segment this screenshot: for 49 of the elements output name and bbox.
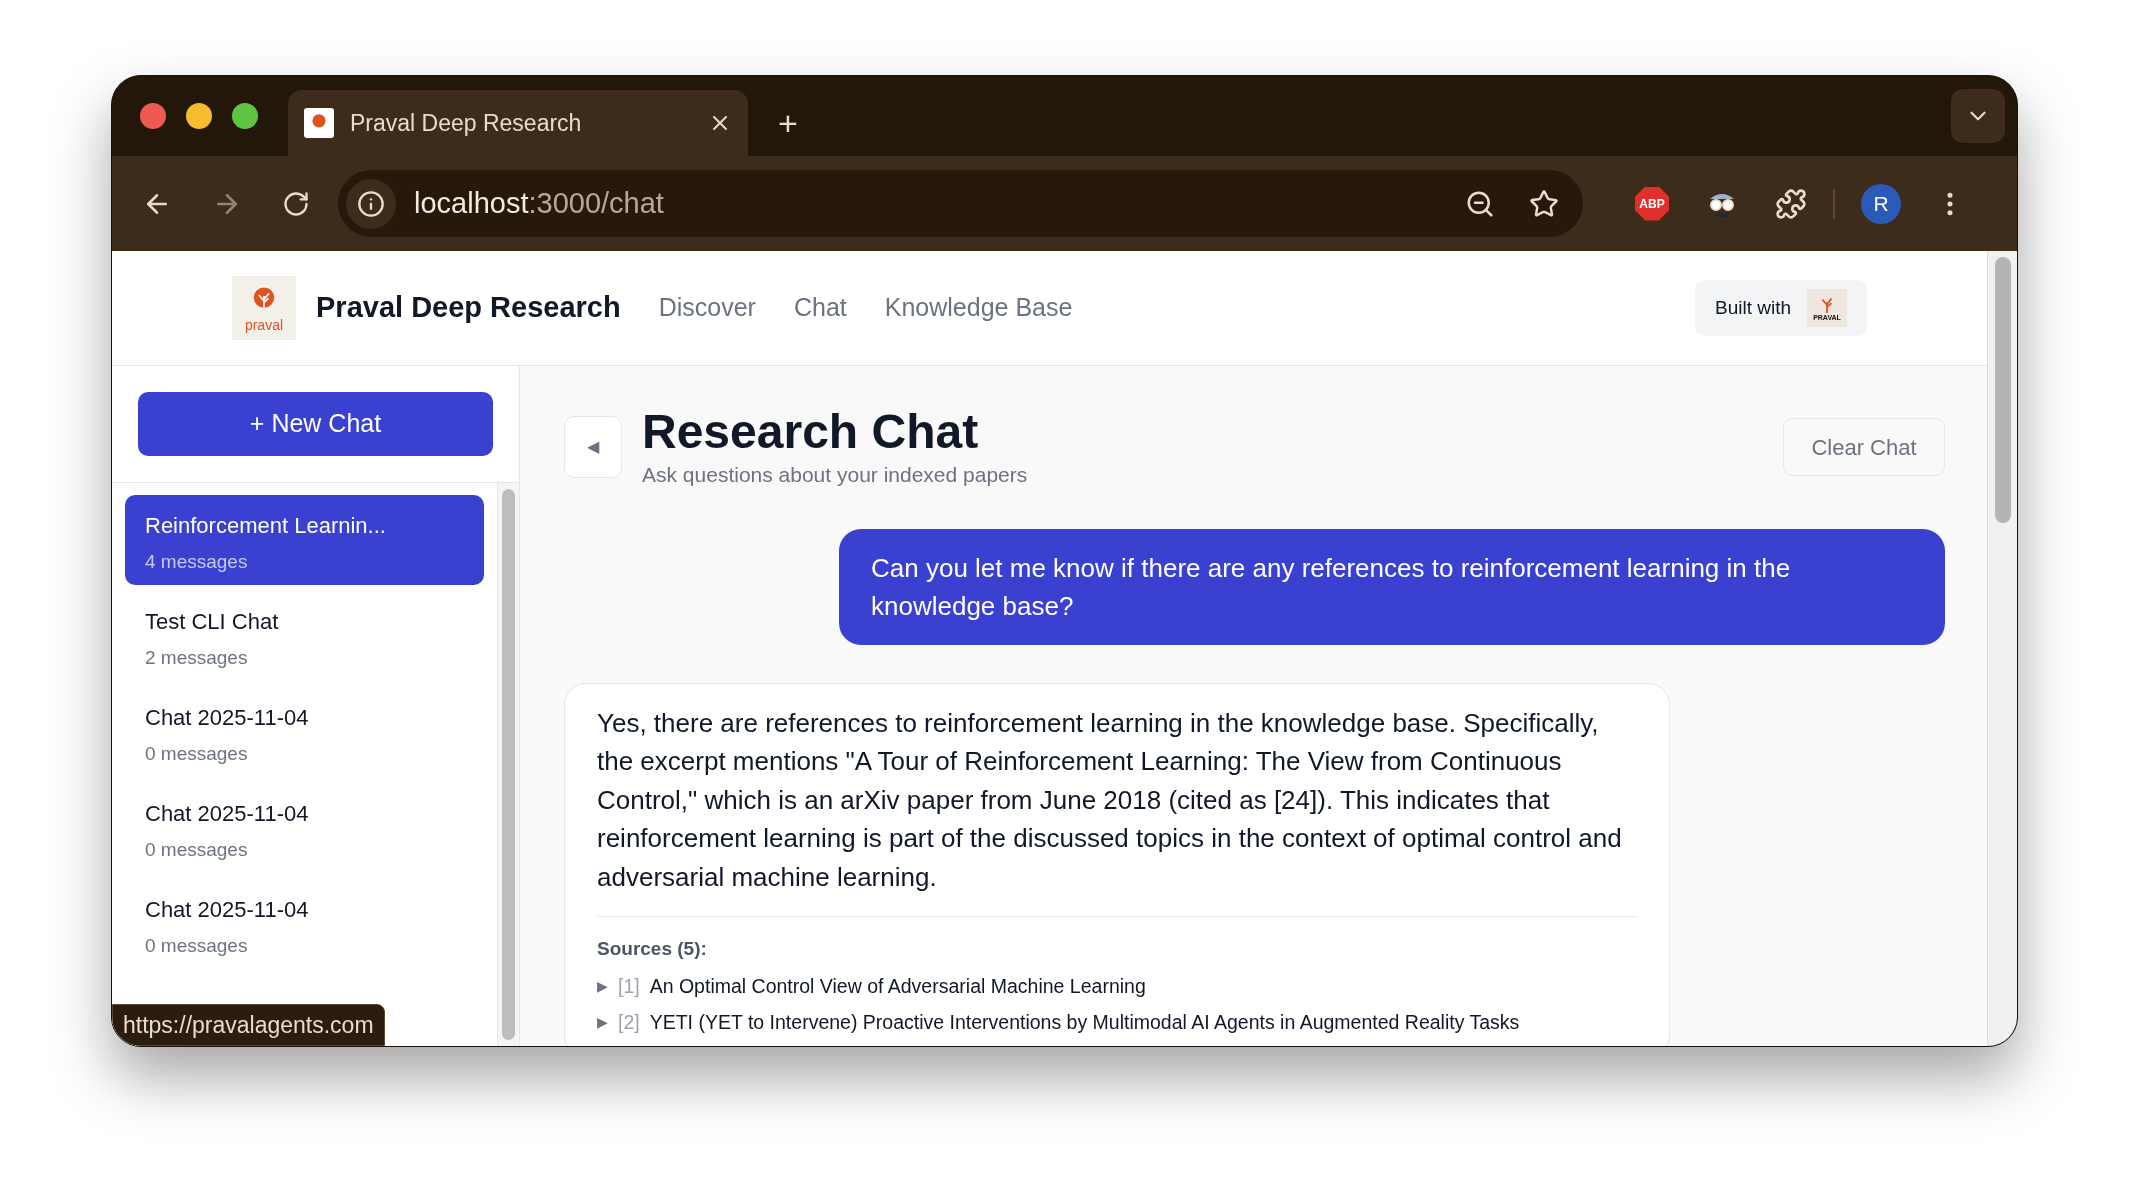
site-info-icon[interactable] [357,189,385,218]
chat-title: Test CLI Chat [145,608,280,636]
source-index: [2] [618,1009,640,1035]
close-window-button[interactable] [140,103,166,129]
page-scrollbar[interactable] [1994,257,2011,523]
new-tab-button[interactable]: + [778,106,798,140]
address-bar[interactable]: localhost:3000/chat [338,170,1583,237]
built-with-label: Built with [1714,295,1791,320]
minimize-window-button[interactable] [186,103,212,129]
maximize-window-button[interactable] [232,103,258,129]
extensions-puzzle-icon[interactable] [1775,187,1807,220]
chat-title: Reinforcement Learnin... [145,512,387,540]
clear-chat-button[interactable]: Clear Chat [1783,418,1945,476]
reload-icon[interactable] [282,189,310,218]
message-count: 0 messages [145,838,249,862]
link-status-tooltip: https://pravalagents.com [112,1004,385,1046]
source-title[interactable]: An Optimal Control View of Adversarial Machine Learning [649,971,1146,1000]
tab-title: Praval Deep Research [350,108,583,138]
url-text: localhost:3000/chat [414,185,665,221]
collapse-sidebar-button[interactable]: ◀ [564,416,622,478]
nav-link[interactable]: Discover [658,289,756,327]
message-count: 0 messages [145,934,249,958]
brand-title[interactable]: Praval Deep Research [316,286,621,330]
source-index: [1] [618,973,640,999]
expand-arrow[interactable]: ▶ [597,971,608,1000]
sources-heading: Sources (5): [597,937,708,962]
page-subtitle: Ask questions about your indexed papers [642,462,1029,489]
source-title[interactable]: YETI (YET to Intervene) Proactive Interventions by Multimodal AI Agents in Augmented Reality Tasks [649,1007,1520,1036]
logo-wordmark: praval [244,318,284,332]
assistant-answer: Yes, there are references to reinforcement learning in the knowledge base. Specifically, the excerpt mentions "A Tour of Reinforcement Learning: The View from Continuous Control," which is an arXiv paper from June 2018 (cited as [24]). This indicates that reinforcement learning is part of the discussed topics in the context of optimal control and adversarial machine learning. [597,706,1623,894]
new-chat-button[interactable]: + New Chat [138,392,493,456]
sidebar-scrollbar[interactable] [502,489,515,1040]
chat-title: Chat 2025-11-04 [145,704,310,732]
message-count: 2 messages [145,646,249,670]
chat-list-item[interactable]: Reinforcement Learnin... 4 messages [125,495,484,585]
message-count: 0 messages [145,742,249,766]
message-count: 4 messages [145,550,249,574]
browser-tab[interactable]: Praval Deep Research [288,90,748,156]
nav-link[interactable]: Chat [793,289,847,327]
adblock-extension-icon[interactable]: ABP [1635,186,1669,221]
profile-avatar[interactable]: R [1861,183,1901,224]
page-title: Research Chat [642,404,980,460]
chat-title: Chat 2025-11-04 [145,896,310,924]
expand-arrow[interactable]: ▶ [597,1007,608,1036]
nav-link[interactable]: Knowledge Base [884,289,1073,327]
bookmark-star-icon[interactable] [1529,188,1559,219]
chat-title: Chat 2025-11-04 [145,800,310,828]
user-message-bubble: Can you let me know if there are any references to reinforcement learning in the knowledge base? [839,528,1945,645]
favicon-icon [304,108,334,138]
